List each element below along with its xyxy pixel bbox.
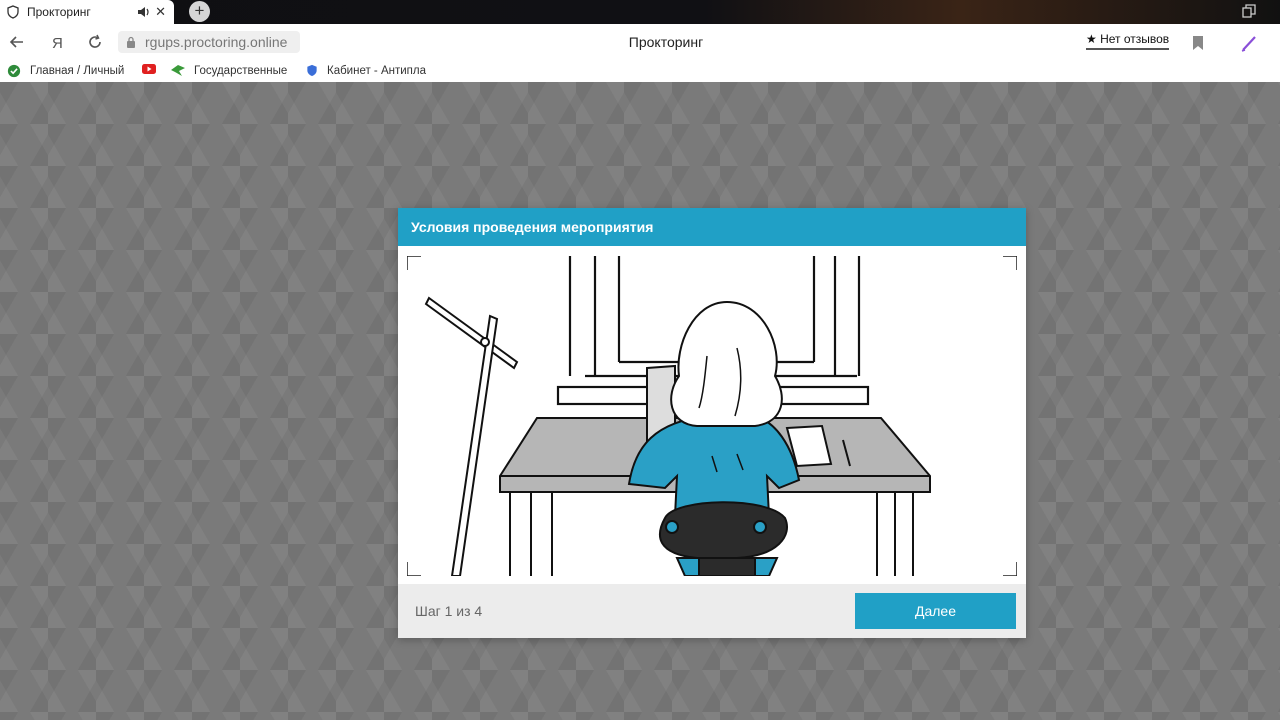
gosuslugi-icon	[171, 65, 185, 76]
next-button[interactable]: Далее	[855, 593, 1016, 629]
chair	[658, 501, 788, 576]
yandex-icon[interactable]: Я	[48, 33, 66, 51]
tabs-menu-icon[interactable]	[1242, 4, 1256, 18]
step-indicator: Шаг 1 из 4	[415, 603, 483, 619]
url-text: rgups.proctoring.online	[145, 34, 288, 50]
lamp	[424, 296, 519, 576]
back-arrow-icon[interactable]	[8, 33, 26, 51]
bookmark-gosuslugi[interactable]: Государственные	[170, 64, 287, 77]
bookmarks-bar: Главная / Личный Государственные Кабинет…	[0, 60, 1280, 82]
dialog-title: Условия проведения мероприятия	[411, 219, 654, 235]
bookmark-label: Главная / Личный	[30, 65, 125, 77]
svg-text:Я: Я	[52, 35, 63, 51]
close-tab-icon[interactable]: ✕	[155, 5, 166, 18]
dialog-header: Условия проведения мероприятия	[398, 208, 1026, 246]
bookmark-label: Государственные	[194, 64, 288, 77]
lock-icon	[127, 36, 135, 48]
pen-icon[interactable]	[1240, 34, 1258, 52]
dialog-footer: Шаг 1 из 4 Далее	[398, 584, 1026, 638]
bookmark-label: Кабинет - Антипла	[327, 64, 427, 77]
bookmark-icon[interactable]	[1192, 36, 1204, 50]
bookmark-home[interactable]: Главная / Личный	[6, 64, 124, 78]
browser-tab[interactable]: Прокторинг ✕	[0, 0, 174, 24]
browser-toolbar: Я rgups.proctoring.online Прокторинг ★ Н…	[0, 24, 1280, 60]
shield-blue-icon	[307, 64, 317, 77]
reload-icon[interactable]	[86, 33, 104, 51]
tab-strip: Прокторинг ✕ +	[0, 0, 1280, 24]
check-circle-icon	[7, 64, 21, 78]
reviews-button[interactable]: ★ Нет отзывов	[1086, 32, 1170, 50]
bookmark-cabinet[interactable]: Кабинет - Антипла	[305, 64, 426, 77]
tab-title: Прокторинг	[27, 5, 91, 19]
new-tab-button[interactable]: +	[189, 1, 210, 22]
shield-icon	[7, 5, 19, 19]
address-bar[interactable]: rgups.proctoring.online	[118, 31, 300, 53]
speaker-icon[interactable]	[137, 6, 151, 18]
bookmark-youtube[interactable]	[142, 64, 164, 74]
conditions-dialog: Условия проведения мероприятия Шаг 1 из …	[398, 208, 1026, 638]
page-title: Прокторинг	[628, 34, 704, 50]
youtube-icon	[142, 64, 156, 74]
student-at-desk-illustration	[407, 256, 1017, 576]
